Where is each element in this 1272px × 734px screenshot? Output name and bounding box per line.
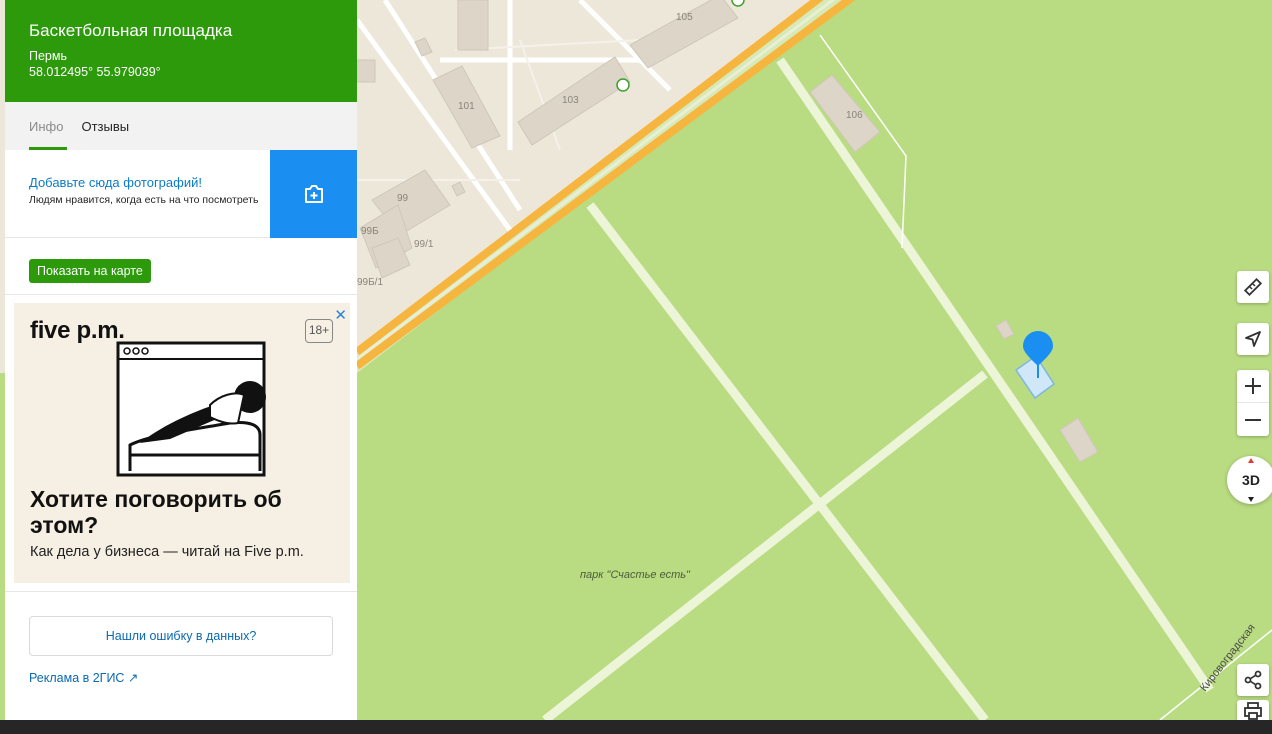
show-on-map-section: Показать на карте: [5, 238, 357, 295]
show-on-map-button[interactable]: Показать на карте: [29, 259, 151, 283]
place-coordinates: 58.012495° 55.979039°: [29, 65, 161, 79]
camera-add-icon: [304, 185, 323, 203]
tab-reviews[interactable]: Отзывы: [81, 102, 129, 150]
add-photo-button[interactable]: [270, 150, 357, 238]
tab-info[interactable]: Инфо: [29, 102, 68, 150]
locate-me-button[interactable]: [1237, 323, 1269, 355]
add-photo-prompt: Добавьте сюда фотографий! Людям нравится…: [5, 150, 357, 238]
ad-banner[interactable]: five p.m. ✕ 18+ Хотите поговорить об это…: [14, 303, 350, 583]
building-label: 99/1: [414, 239, 434, 250]
building-label: 105: [676, 12, 693, 23]
building-label: 106: [846, 110, 863, 121]
shop-icon[interactable]: [731, 0, 745, 7]
close-icon[interactable]: ✕: [334, 306, 347, 324]
age-rating-badge: 18+: [305, 319, 333, 343]
building-label: 99: [397, 193, 409, 204]
ruler-icon: [1243, 277, 1263, 297]
share-icon: [1244, 670, 1262, 690]
shop-icon[interactable]: [616, 78, 630, 92]
place-title: Баскетбольная площадка: [29, 21, 233, 40]
compass-icon: [1248, 458, 1254, 502]
ruler-button[interactable]: [1237, 271, 1269, 303]
place-card-panel: Баскетбольная площадка Пермь 58.012495° …: [5, 0, 357, 720]
park-label: парк "Счастье есть": [580, 569, 691, 581]
share-button[interactable]: [1237, 664, 1269, 696]
building-label: 99Б: [361, 226, 379, 237]
ad-headline: Хотите поговорить об этом?: [30, 486, 282, 538]
advertising-link[interactable]: Реклама в 2ГИС ↗: [29, 670, 357, 685]
place-header: Баскетбольная площадка Пермь 58.012495° …: [5, 0, 357, 102]
view-3d-button[interactable]: 3D: [1227, 456, 1272, 504]
print-button[interactable]: [1237, 700, 1269, 720]
add-photo-title[interactable]: Добавьте сюда фотографий!: [29, 175, 260, 191]
minus-icon: [1245, 418, 1261, 421]
plus-icon: [1245, 378, 1261, 394]
ad-subline: Как дела у бизнеса — читай на Five p.m.: [30, 544, 304, 560]
bottom-bar: [0, 720, 1272, 734]
tab-bar: Инфо Отзывы: [5, 102, 357, 150]
report-error-button[interactable]: Нашли ошибку в данных?: [29, 616, 333, 656]
navigation-arrow-icon: [1245, 331, 1261, 347]
printer-icon: [1244, 702, 1262, 720]
zoom-in-button[interactable]: [1237, 370, 1269, 403]
divider: [5, 591, 357, 592]
building-label: 99Б/1: [357, 277, 383, 288]
zoom-out-button[interactable]: [1237, 403, 1269, 436]
zoom-control: [1237, 370, 1269, 436]
app-window: 105 101 103 106 99 99Б 99/1 99Б/1 парк "…: [0, 0, 1272, 720]
building-label: 103: [562, 95, 579, 106]
add-photo-text: Добавьте сюда фотографий! Людям нравится…: [5, 150, 270, 237]
place-city: Пермь: [29, 49, 67, 63]
building-label: 101: [458, 101, 475, 112]
add-photo-subtitle: Людям нравится, когда есть на что посмот…: [29, 194, 259, 206]
ad-illustration: [116, 341, 266, 477]
